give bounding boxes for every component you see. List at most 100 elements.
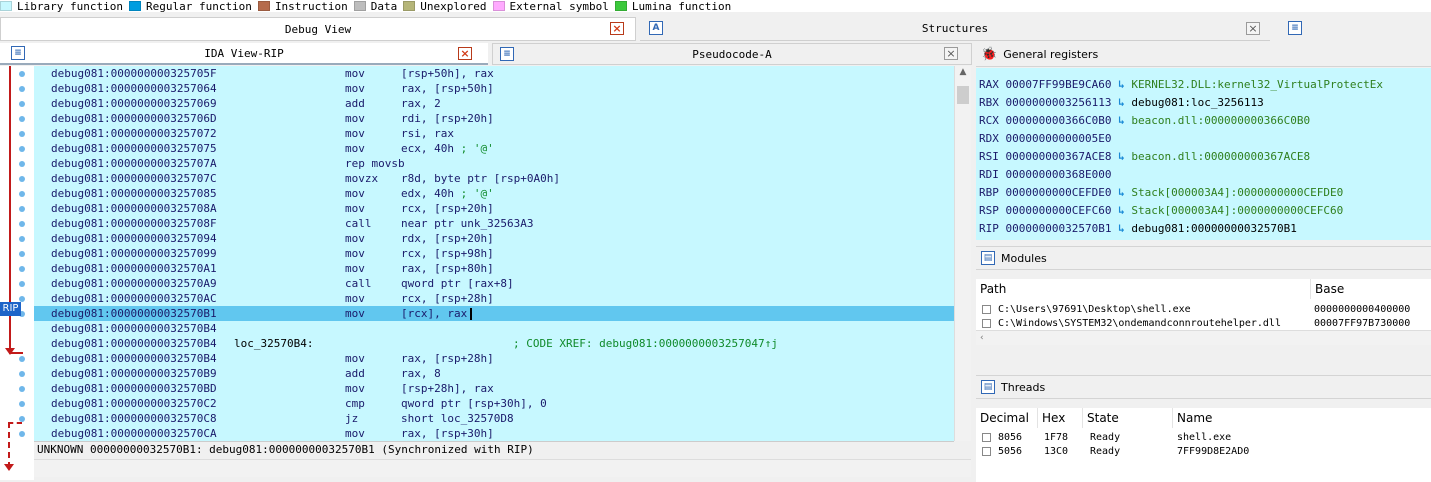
modules-col-path[interactable]: Path (976, 279, 1311, 299)
disassembly-listing[interactable]: debug081:000000000325705F mov [rsp+50h], r… (34, 66, 954, 441)
listing-row[interactable]: debug081:000000000325707C movzx r8d, byte … (34, 171, 954, 186)
register-symbol[interactable]: KERNEL32.DLL:kernel32_VirtualProtectEx (1131, 78, 1383, 91)
close-icon[interactable]: × (458, 47, 472, 60)
breakpoint-dot[interactable] (19, 266, 25, 272)
listing-vertical-scrollbar[interactable]: ▲ (954, 66, 971, 441)
register-value[interactable]: 0000000000CEFDE0 (1006, 186, 1112, 199)
tab-pseudocode-a[interactable]: ≡ Pseudocode-A × (492, 43, 972, 65)
thread-state[interactable]: Ready (1090, 431, 1120, 445)
module-base[interactable]: 00007FF97B730000 (1314, 317, 1410, 331)
tab-debug-view[interactable]: Debug View × (0, 17, 636, 41)
general-registers-panel[interactable]: RAX 00007FF99BE9CA60 ↳ KERNEL32.DLL:kern… (976, 68, 1431, 240)
listing-row[interactable]: debug081:00000000032570AC mov rcx, [rsp+28… (34, 291, 954, 306)
listing-row[interactable]: debug081:00000000032570B4 loc_32570B4: ; C… (34, 336, 954, 351)
thread-hex[interactable]: 1F78 (1044, 431, 1068, 445)
threads-col-name[interactable]: Name (1173, 408, 1431, 428)
listing-row[interactable]: debug081:00000000032570B1 mov [rcx], rax (34, 306, 954, 321)
breakpoint-dot[interactable] (19, 146, 25, 152)
register-symbol[interactable]: beacon.dll:000000000366C0B0 (1131, 114, 1310, 127)
modules-table[interactable]: Path Base C:\Users\97691\Desktop\shell.e… (976, 279, 1431, 345)
breakpoint-dot[interactable] (19, 416, 25, 422)
listing-row[interactable]: debug081:00000000032570A1 mov rax, [rsp+80… (34, 261, 954, 276)
threads-col-decimal[interactable]: Decimal (976, 408, 1038, 428)
modules-col-base[interactable]: Base (1311, 279, 1431, 299)
thread-decimal[interactable]: 8056 (998, 431, 1022, 445)
breakpoint-dot[interactable] (19, 206, 25, 212)
breakpoint-dot[interactable] (19, 116, 25, 122)
listing-row[interactable]: debug081:000000000325707A rep movsb (34, 156, 954, 171)
register-symbol[interactable]: Stack[000003A4]:0000000000CEFDE0 (1131, 186, 1343, 199)
register-row[interactable]: RIP 00000000032570B1 ↳ debug081:00000000… (979, 220, 1297, 238)
register-value[interactable]: 000000000366C0B0 (1006, 114, 1112, 127)
modules-horizontal-scrollbar[interactable]: ‹ (976, 330, 1431, 345)
register-row[interactable]: RDX 00000000000005E0 (979, 130, 1111, 148)
module-path[interactable]: C:\Windows\SYSTEM32\ondemandconnroutehel… (998, 317, 1308, 331)
register-row[interactable]: RSI 000000000367ACE8 ↳ beacon.dll:000000… (979, 148, 1310, 166)
register-symbol[interactable]: beacon.dll:000000000367ACE8 (1131, 150, 1310, 163)
register-symbol[interactable]: Stack[000003A4]:0000000000CEFC60 (1131, 204, 1343, 217)
listing-row[interactable]: debug081:00000000032570BD mov [rsp+28h], r… (34, 381, 954, 396)
breakpoint-dot[interactable] (19, 86, 25, 92)
breakpoint-dot[interactable] (19, 221, 25, 227)
thread-name[interactable]: 7FF99D8E2AD0 (1177, 445, 1249, 459)
scroll-left-icon[interactable]: ‹ (980, 332, 984, 344)
listing-row[interactable]: debug081:00000000032570C8 jz short loc_325… (34, 411, 954, 426)
register-row[interactable]: RSP 0000000000CEFC60 ↳ Stack[000003A4]:0… (979, 202, 1343, 220)
module-path[interactable]: C:\Users\97691\Desktop\shell.exe (998, 303, 1308, 317)
breakpoint-dot[interactable] (19, 386, 25, 392)
breakpoint-dot[interactable] (19, 356, 25, 362)
register-value[interactable]: 0000000003256113 (1006, 96, 1112, 109)
breakpoint-dot[interactable] (19, 251, 25, 257)
module-base[interactable]: 0000000000400000 (1314, 303, 1410, 317)
breakpoint-gutter[interactable] (0, 66, 34, 480)
listing-row[interactable]: debug081:0000000003257069 add rax, 2 (34, 96, 954, 111)
register-value[interactable]: 000000000367ACE8 (1006, 150, 1112, 163)
breakpoint-dot[interactable] (19, 131, 25, 137)
threads-col-hex[interactable]: Hex (1038, 408, 1083, 428)
thread-state[interactable]: Ready (1090, 445, 1120, 459)
register-row[interactable]: RBX 0000000003256113 ↳ debug081:loc_3256… (979, 94, 1264, 112)
tab-structures[interactable]: A Structures × (640, 17, 1270, 41)
breakpoint-dot[interactable] (19, 176, 25, 182)
listing-row[interactable]: debug081:00000000032570B9 add rax, 8 (34, 366, 954, 381)
breakpoint-dot[interactable] (19, 371, 25, 377)
register-value[interactable]: 00007FF99BE9CA60 (1006, 78, 1112, 91)
window-list-icon[interactable]: ≡ (1288, 21, 1302, 35)
listing-row[interactable]: debug081:00000000032570C2 cmp qword ptr [r… (34, 396, 954, 411)
register-symbol[interactable]: debug081:00000000032570B1 (1131, 222, 1297, 235)
close-icon[interactable]: × (610, 22, 624, 35)
breakpoint-dot[interactable] (19, 236, 25, 242)
listing-row[interactable]: debug081:000000000325706D mov rdi, [rsp+20… (34, 111, 954, 126)
breakpoint-dot[interactable] (19, 191, 25, 197)
listing-row[interactable]: debug081:000000000325705F mov [rsp+50h], r… (34, 66, 954, 81)
breakpoint-dot[interactable] (19, 401, 25, 407)
thread-decimal[interactable]: 5056 (998, 445, 1022, 459)
register-value[interactable]: 00000000032570B1 (1006, 222, 1112, 235)
scroll-up-icon[interactable]: ▲ (957, 68, 969, 77)
listing-row[interactable]: debug081:000000000325708A mov rcx, [rsp+20… (34, 201, 954, 216)
listing-row[interactable]: debug081:0000000003257075 mov ecx, 40h ; '… (34, 141, 954, 156)
register-row[interactable]: RBP 0000000000CEFDE0 ↳ Stack[000003A4]:0… (979, 184, 1343, 202)
register-symbol[interactable]: debug081:loc_3256113 (1131, 96, 1263, 109)
close-icon[interactable]: × (1246, 22, 1260, 35)
listing-row[interactable]: debug081:0000000003257085 mov edx, 40h ; '… (34, 186, 954, 201)
listing-row[interactable]: debug081:00000000032570CA mov rax, [rsp+30… (34, 426, 954, 441)
listing-row[interactable]: debug081:0000000003257064 mov rax, [rsp+50… (34, 81, 954, 96)
listing-row[interactable]: debug081:0000000003257099 mov rcx, [rsp+98… (34, 246, 954, 261)
listing-horizontal-scrollbar[interactable] (34, 459, 971, 477)
register-value[interactable]: 0000000000CEFC60 (1006, 204, 1112, 217)
threads-col-state[interactable]: State (1083, 408, 1173, 428)
register-value[interactable]: 00000000000005E0 (1006, 132, 1112, 145)
breakpoint-dot[interactable] (19, 101, 25, 107)
listing-row[interactable]: debug081:0000000003257094 mov rdx, [rsp+20… (34, 231, 954, 246)
threads-table[interactable]: Decimal Hex State Name 8056 1F78 Ready shel… (976, 408, 1431, 482)
breakpoint-dot[interactable] (19, 71, 25, 77)
tab-ida-view-rip[interactable]: ≡ IDA View-RIP × (0, 43, 488, 65)
listing-row[interactable]: debug081:0000000003257072 mov rsi, rax (34, 126, 954, 141)
register-value[interactable]: 000000000368E000 (1006, 168, 1112, 181)
breakpoint-dot[interactable] (19, 161, 25, 167)
listing-row[interactable]: debug081:00000000032570A9 call qword ptr [… (34, 276, 954, 291)
register-row[interactable]: RCX 000000000366C0B0 ↳ beacon.dll:000000… (979, 112, 1310, 130)
listing-row[interactable]: debug081:000000000325708F call near ptr un… (34, 216, 954, 231)
breakpoint-dot[interactable] (19, 431, 25, 437)
